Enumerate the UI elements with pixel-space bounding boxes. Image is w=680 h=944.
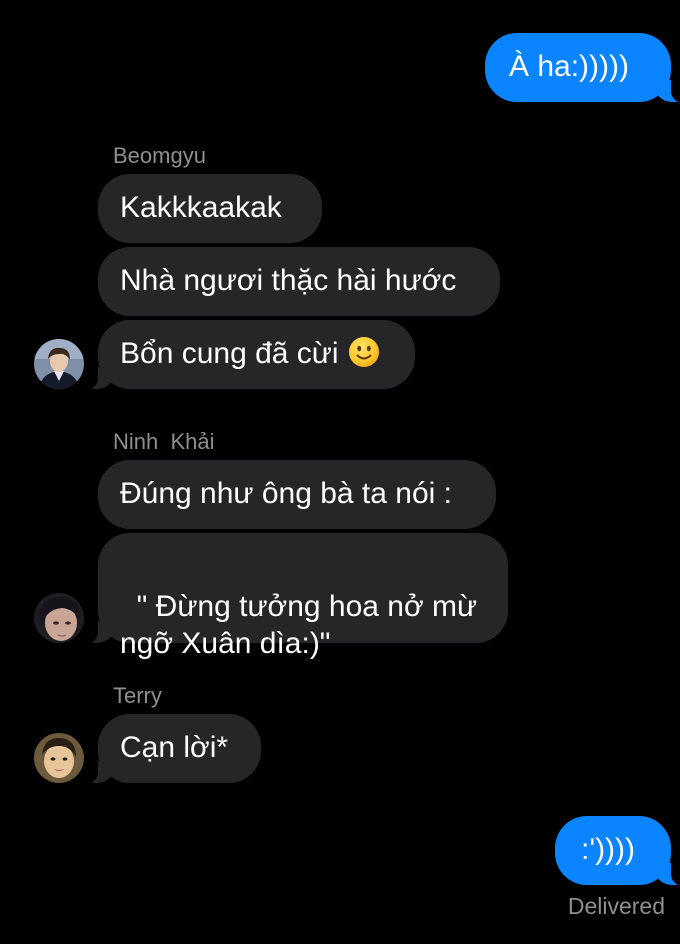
delivered-status: Delivered [567, 893, 665, 919]
message-bubble-outgoing[interactable]: À ha:))))) [485, 33, 680, 103]
ninh-khai-avatar[interactable] [34, 593, 84, 643]
message-text: Đúng như ông bà ta nói : [120, 477, 452, 510]
message-bubble-incoming[interactable]: Kakkkaakak [98, 174, 322, 243]
message-text: " Đừng tưởng hoa nở mừ ngỡ Xuân dìa:)" [120, 590, 478, 660]
message-text: Bổn cung đã cừi [120, 337, 339, 370]
sender-name: Beomgyu [113, 143, 206, 168]
message-text: Nhà ngươi thặc hài hước [120, 264, 457, 297]
slightly-smiling-face-emoji [348, 337, 379, 367]
message-text: À ha:))))) [509, 50, 629, 83]
message-bubble-incoming[interactable]: Nhà ngươi thặc hài hước [98, 247, 500, 316]
message-text: Cạn lời* [120, 731, 229, 764]
terry-avatar[interactable] [34, 733, 84, 783]
beomgyu-avatar[interactable] [34, 339, 84, 389]
message-bubble-incoming[interactable]: Bổn cung đã cừi [82, 320, 415, 390]
message-bubble-incoming[interactable]: Đúng như ông bà ta nói : [98, 460, 496, 529]
message-text: Kakkkaakak [120, 191, 282, 224]
message-text: :')))) [581, 833, 636, 866]
message-bubble-incoming[interactable]: Cạn lời* [82, 714, 261, 784]
message-bubble-incoming[interactable]: " Đừng tưởng hoa nở mừ ngỡ Xuân dìa:)" [82, 533, 508, 660]
sender-name: Ninh Khải [113, 429, 215, 454]
sender-name: Terry [113, 683, 162, 708]
message-bubble-outgoing[interactable]: :')))) [555, 816, 680, 886]
